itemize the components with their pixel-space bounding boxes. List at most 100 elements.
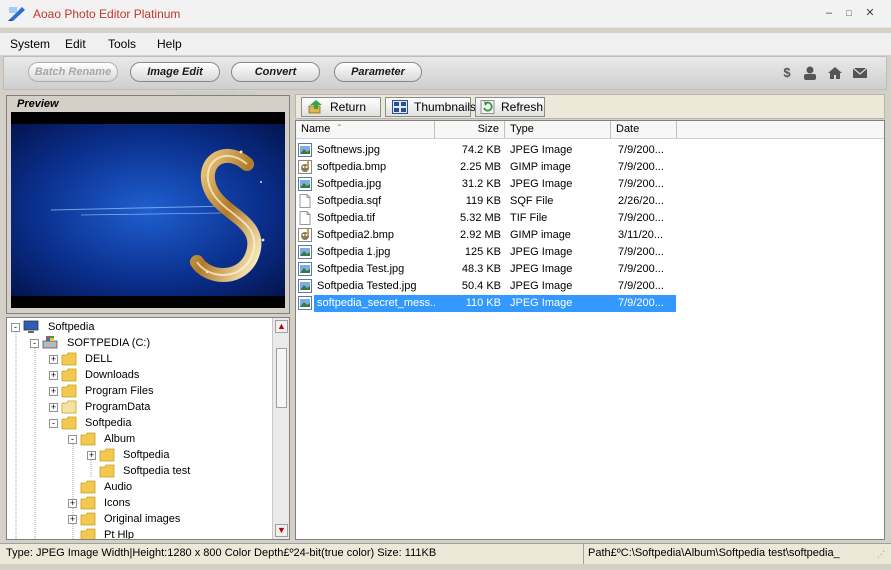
maximize-button[interactable]: □ [840,4,858,22]
close-button[interactable]: ✕ [861,4,879,22]
tree-item-softpedia-folder[interactable]: - Softpedia [49,416,249,432]
menu-tools[interactable]: Tools [108,37,136,51]
file-name: softpedia.bmp [317,161,387,173]
gimp-file-icon [298,160,312,174]
tree-item-pt-hlp[interactable]: Pt Hlp [68,528,268,539]
expand-icon[interactable]: + [87,451,96,460]
folder-icon [80,432,96,446]
batch-rename-button[interactable]: Batch Rename [28,62,118,82]
tree-item-drive-c[interactable]: - SOFTPEDIA (C:) [30,336,230,352]
scroll-up-icon[interactable]: ▲ [275,320,288,333]
parameter-button[interactable]: Parameter [334,62,422,82]
file-row[interactable]: Softpedia.jpg 31.2 KB JPEG Image 7/9/200... [298,176,678,193]
tree-item-computer[interactable]: - Softpedia [11,320,211,336]
column-header-size[interactable]: Size [435,121,505,138]
file-type: JPEG Image [510,144,573,156]
refresh-button[interactable]: Refresh [475,97,545,117]
convert-button[interactable]: Convert [231,62,320,82]
preview-label: Preview [17,98,59,110]
collapse-icon[interactable]: - [68,435,77,444]
tree-item-original-images[interactable]: + Original images [68,512,268,528]
file-type: JPEG Image [510,297,573,309]
resize-grip-icon[interactable]: ⋰ [877,550,887,560]
file-row[interactable]: Softpedia2.bmp 2.92 MB GIMP image 3/11/20..… [298,227,678,244]
home-icon[interactable] [827,66,843,80]
file-row[interactable]: Softpedia Test.jpg 48.3 KB JPEG Image 7/9/2… [298,261,678,278]
scroll-thumb[interactable] [276,348,287,408]
expand-icon[interactable]: + [49,387,58,396]
menu-edit[interactable]: Edit [65,37,86,51]
file-name: Softpedia 1.jpg [317,246,391,258]
thumbnails-button[interactable]: Thumbnails [385,97,476,117]
expand-icon[interactable]: + [49,371,58,380]
column-header-date[interactable]: Date [611,121,677,138]
tree-item-audio[interactable]: Audio [68,480,268,496]
file-type: TIF File [510,212,548,224]
file-size: 5.32 MB [460,212,501,224]
file-size: 31.2 KB [461,178,501,190]
file-name: softpedia_secret_mess... [317,297,435,309]
return-button[interactable]: Return [301,97,381,117]
file-date: 2/26/20... [618,195,664,207]
menu-help[interactable]: Help [157,37,182,51]
scroll-down-icon[interactable]: ▼ [275,524,288,537]
file-row[interactable]: Softpedia.sqf 119 KB SQF File 2/26/20... [298,193,678,210]
file-date: 7/9/200... [618,280,664,292]
computer-icon [23,320,39,333]
user-icon[interactable] [802,66,818,80]
file-size: 50.4 KB [461,280,501,292]
folder-icon [61,352,77,366]
folder-icon [99,448,115,462]
tree-item-album[interactable]: - Album [68,432,268,448]
file-type: JPEG Image [510,178,573,190]
file-row[interactable]: Softpedia.tif 5.32 MB TIF File 7/9/200... [298,210,678,227]
tree-item-album-softpedia[interactable]: + Softpedia [87,448,267,464]
tree-item-dell[interactable]: + DELL [49,352,249,368]
dollar-icon[interactable]: $ [779,66,795,80]
title-bar: Aoao Photo Editor Platinum – □ ✕ [0,0,891,28]
tree-scrollbar[interactable]: ▲ ▼ [272,318,289,539]
file-name: Softpedia.jpg [317,178,382,190]
thumbnails-icon [392,100,408,114]
file-toolbar: Return Thumbnails Refresh [295,94,885,119]
tree-item-softpedia-test[interactable]: Softpedia test [87,464,267,480]
minimize-button[interactable]: – [820,4,838,22]
status-info: Type: JPEG Image Width|Height:1280 x 800… [6,547,437,559]
preview-panel: Preview [6,95,290,314]
file-size: 2.25 MB [460,161,501,173]
file-row[interactable]: Softnews.jpg 74.2 KB JPEG Image 7/9/200... [298,142,678,159]
mail-icon[interactable] [852,66,868,80]
tree-item-programdata[interactable]: + ProgramData [49,400,249,416]
tree-item-label: Softpedia [48,321,95,333]
return-icon [308,100,322,114]
file-date: 7/9/200... [618,246,664,258]
expand-icon[interactable]: + [49,355,58,364]
tree-item-label: ProgramData [85,401,151,413]
collapse-icon[interactable]: - [49,419,58,428]
tree-item-label: Softpedia [123,449,170,461]
menu-system[interactable]: System [10,37,50,51]
file-row[interactable]: Softpedia Tested.jpg 50.4 KB JPEG Image 7/9… [298,278,678,295]
file-row[interactable]: Softpedia 1.jpg 125 KB JPEG Image 7/9/200..… [298,244,678,261]
tree-item-program-files[interactable]: + Program Files [49,384,249,400]
expand-icon[interactable]: + [68,515,77,524]
image-edit-button[interactable]: Image Edit [130,62,220,82]
folder-icon [61,384,77,398]
expand-icon[interactable]: + [49,403,58,412]
file-row[interactable]: softpedia_secret_mess... 110 KB JPEG Image… [298,295,678,312]
tree-item-downloads[interactable]: + Downloads [49,368,249,384]
collapse-icon[interactable]: - [11,323,20,332]
blank-file-icon [298,194,312,208]
tree-item-icons[interactable]: + Icons [68,496,268,512]
refresh-icon [480,100,495,114]
column-header-name[interactable]: Name ⌃ [296,121,435,138]
tree-item-label: SOFTPEDIA (C:) [67,337,151,349]
expand-icon[interactable]: + [68,499,77,508]
collapse-icon[interactable]: - [30,339,39,348]
file-size: 48.3 KB [461,263,501,275]
jpeg-file-icon [298,279,312,293]
tree-item-label: Audio [104,481,133,493]
column-header-type[interactable]: Type [505,121,611,138]
file-date: 7/9/200... [618,178,664,190]
file-row[interactable]: softpedia.bmp 2.25 MB GIMP image 7/9/200... [298,159,678,176]
